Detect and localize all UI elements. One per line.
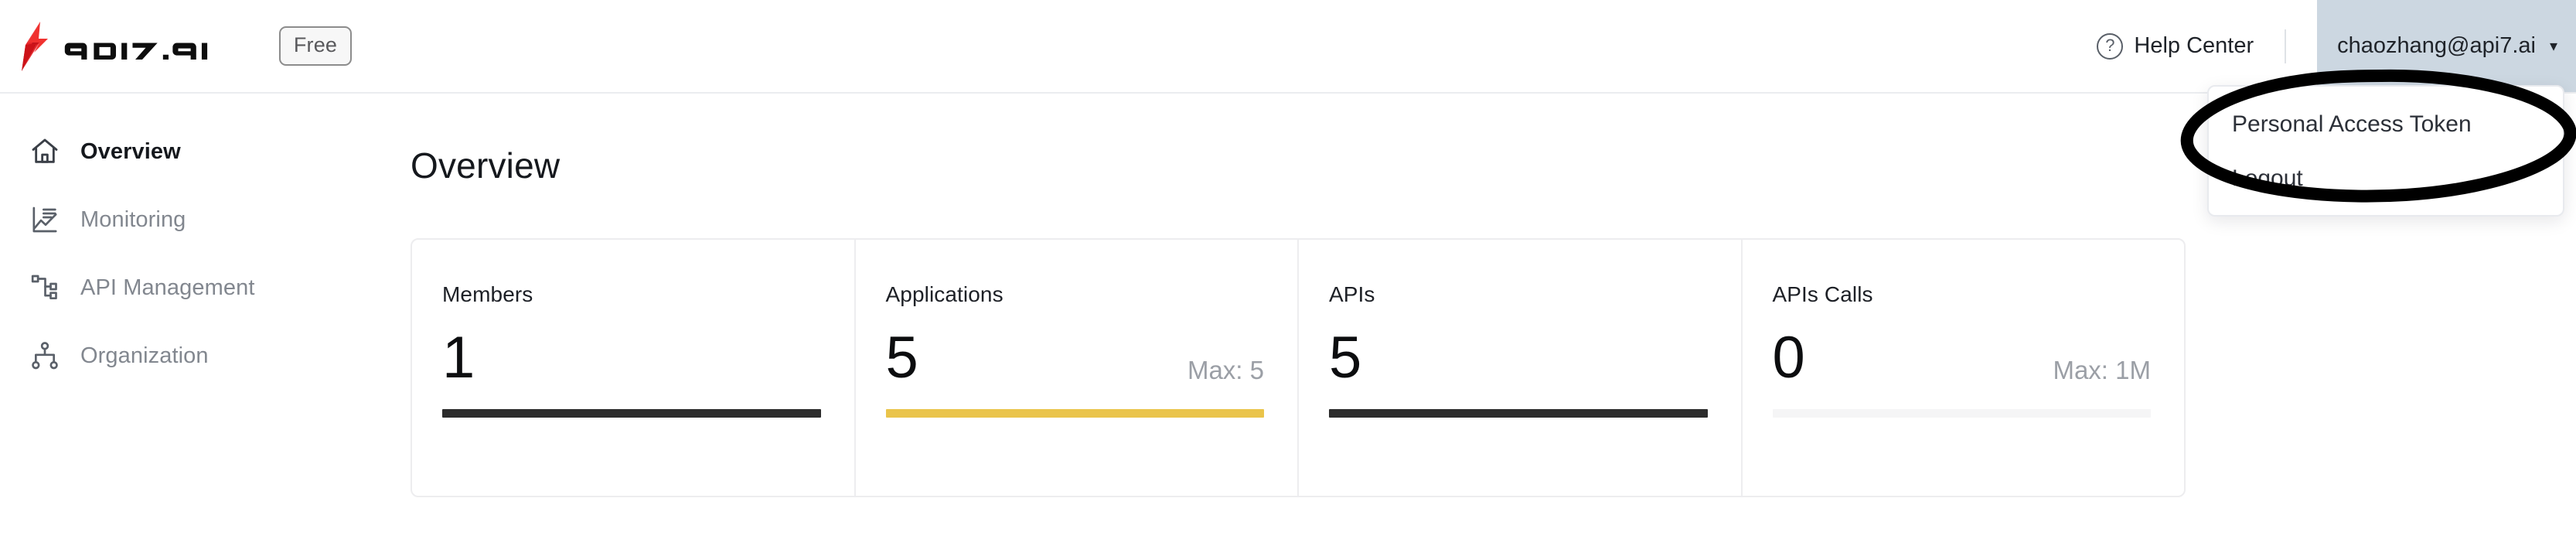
stat-value-row: 5 Max: 5 (886, 313, 1265, 387)
header-right-group: ? Help Center chaozhang@api7.ai ▾ (2097, 0, 2576, 92)
stat-card-apis-calls: APIs Calls 0 Max: 1M (1740, 240, 2185, 496)
stat-label: APIs (1329, 282, 1375, 306)
stat-card-applications: Applications 5 Max: 5 (854, 240, 1298, 496)
question-circle-icon: ? (2097, 32, 2124, 60)
sidebar-item-monitoring[interactable]: Monitoring (0, 197, 402, 242)
stat-label: Members (442, 282, 533, 306)
org-chart-icon (32, 342, 58, 370)
account-menu-button[interactable]: chaozhang@api7.ai ▾ (2317, 0, 2576, 92)
sidebar-label-overview: Overview (80, 138, 181, 164)
help-center-label: Help Center (2134, 33, 2254, 58)
stat-card-apis: APIs 5 (1297, 240, 1741, 496)
app-root: Free ? Help Center chaozhang@api7.ai ▾ P… (0, 0, 2576, 546)
app-header: Free ? Help Center chaozhang@api7.ai ▾ (0, 0, 2576, 94)
stat-value: 5 (1329, 325, 1362, 391)
stat-label: APIs Calls (1772, 282, 1873, 306)
stat-value: 5 (885, 325, 918, 391)
stat-progress-bar (1329, 409, 1708, 418)
stat-max: Max: 1M (2053, 356, 2151, 384)
node-tree-icon (31, 275, 57, 299)
account-email: chaozhang@api7.ai (2337, 33, 2536, 58)
sidebar-item-overview[interactable]: Overview (0, 129, 402, 174)
brand-logo[interactable] (17, 21, 242, 71)
stat-label: Applications (885, 282, 1003, 306)
sidebar-label-monitoring: Monitoring (80, 206, 186, 232)
header-divider (2285, 29, 2287, 63)
sidebar-label-organization: Organization (80, 343, 209, 368)
stat-progress-bar (1772, 409, 2151, 418)
home-icon (32, 138, 58, 163)
menu-item-personal-access-token[interactable]: Personal Access Token (2209, 97, 2563, 152)
help-center-link[interactable]: ? Help Center (2097, 32, 2254, 60)
stat-progress-bar (885, 409, 1264, 418)
sidebar-item-organization[interactable]: Organization (0, 333, 402, 378)
api7-lightning-icon (22, 21, 48, 71)
sidebar-item-api-management[interactable]: API Management (0, 265, 402, 310)
api7-wordmark (64, 43, 208, 60)
stats-card-group: Members 1 Applications 5 Max: 5 APIs 5 A… (411, 238, 2186, 497)
stat-value: 0 (1772, 325, 1805, 391)
plan-badge: Free (278, 26, 353, 66)
sidebar-nav: Overview Monitoring API Management Organ… (0, 94, 402, 546)
menu-item-logout[interactable]: Logout (2209, 152, 2563, 206)
chart-line-icon (32, 206, 57, 233)
stat-max: Max: 5 (1187, 356, 1264, 384)
user-dropdown-menu[interactable]: Personal Access Token Logout (2207, 85, 2564, 217)
stat-value-row: 1 (442, 313, 821, 387)
stat-value-row: 5 (1329, 313, 1708, 387)
stat-value: 1 (442, 325, 475, 391)
stat-progress-bar (442, 409, 821, 418)
sidebar-label-api-management: API Management (80, 275, 255, 300)
stat-value-row: 0 Max: 1M (1773, 313, 2152, 387)
stat-card-members: Members 1 (412, 240, 854, 496)
chevron-down-icon: ▾ (2549, 37, 2557, 55)
